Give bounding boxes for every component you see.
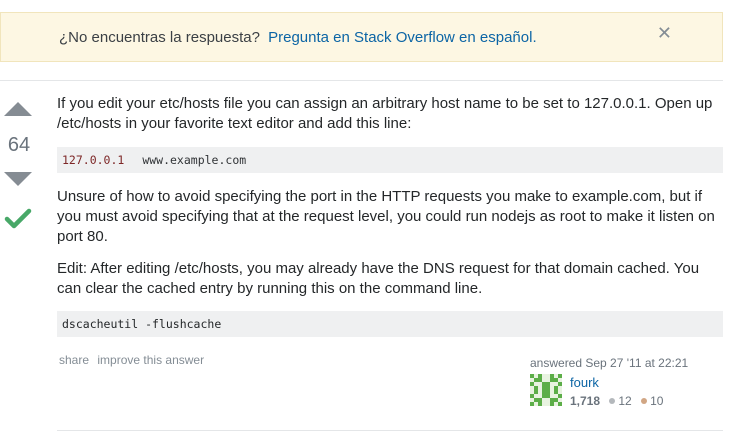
banner-text: ¿No encuentras la respuesta? Pregunta en… [59, 29, 537, 46]
checkmark-icon [4, 208, 32, 229]
banner-link[interactable]: Pregunta en Stack Overflow en español. [268, 29, 537, 46]
answered-timestamp: answered Sep 27 '11 at 22:21 [530, 356, 720, 370]
vote-count: 64 [7, 134, 31, 156]
user-name-link[interactable]: fourk [570, 375, 599, 390]
code-host: www.example.com [142, 153, 247, 167]
bronze-badge-icon [641, 398, 648, 405]
user-stats: 1,718 12 10 [570, 394, 663, 408]
answered-time: Sep 27 '11 at 22:21 [585, 356, 689, 370]
close-icon[interactable]: ✕ [657, 24, 672, 42]
bronze-badge-count: 10 [650, 394, 664, 408]
user-card: answered Sep 27 '11 at 22:21 fourk 1,718… [530, 356, 720, 408]
code-ip: 127.0.0.1 [62, 153, 125, 167]
arrow-down-icon[interactable] [4, 172, 32, 186]
code-block: dscacheutil -flushcache [57, 311, 723, 337]
answer-paragraph: Edit: After editing /etc/hosts, you may … [57, 260, 700, 297]
banner-question: ¿No encuentras la respuesta? [59, 28, 260, 46]
silver-badge-count: 12 [618, 394, 632, 408]
avatar[interactable] [530, 374, 562, 406]
answer-paragraph: Unsure of how to avoid specifying the po… [57, 188, 715, 245]
arrow-up-icon[interactable] [4, 102, 32, 116]
improve-answer-link[interactable]: improve this answer [97, 353, 204, 367]
code-command: dscacheutil -flushcache [62, 317, 222, 331]
divider [0, 80, 723, 81]
reputation-score: 1,718 [570, 394, 601, 408]
answered-label: answered [530, 356, 583, 370]
answer-paragraph: If you edit your etc/hosts file you can … [57, 95, 713, 132]
post-actions: share improve this answer [59, 353, 209, 367]
share-link[interactable]: share [59, 353, 89, 367]
silver-badge-icon [609, 398, 616, 405]
divider [57, 430, 723, 431]
code-block: 127.0.0.1 www.example.com [57, 147, 723, 173]
notice-banner: ¿No encuentras la respuesta? Pregunta en… [0, 12, 723, 62]
